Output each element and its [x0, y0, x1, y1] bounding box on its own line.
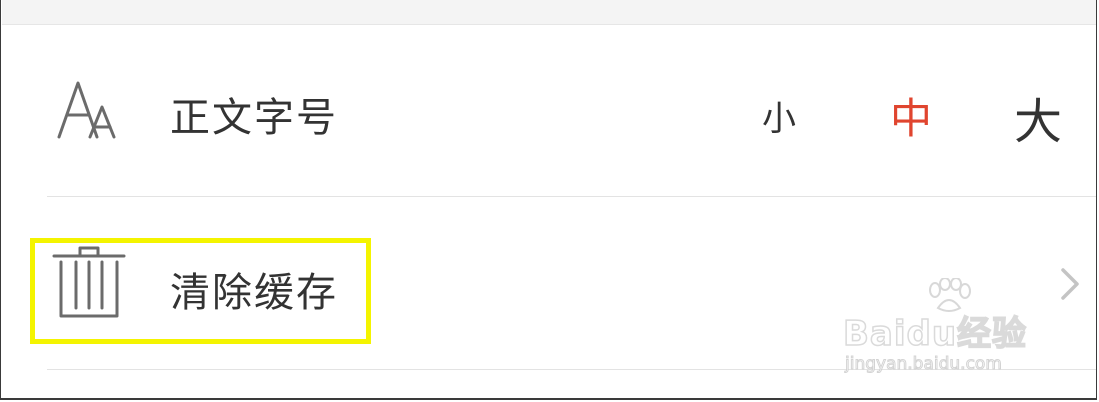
font-size-large-option[interactable]: 大	[1014, 82, 1062, 152]
font-size-small-option[interactable]: 小	[762, 91, 796, 140]
settings-screen: 正文字号 小 中 大 清除缓存 Baidu经验 jingyan.baidu.co…	[0, 0, 1097, 400]
font-size-icon	[57, 81, 116, 139]
row-divider	[47, 196, 1096, 197]
watermark-brand: Baidu经验	[842, 313, 1028, 355]
clear-cache-label: 清除缓存	[170, 270, 338, 316]
watermark-url: jingyan.baidu.com	[845, 354, 1003, 375]
font-size-row: 正文字号 小 中 大	[2, 25, 1096, 197]
font-size-medium-option[interactable]: 中	[890, 85, 932, 146]
top-section-edge	[2, 0, 1096, 25]
chevron-right-icon	[1061, 268, 1079, 300]
watermark: Baidu经验 jingyan.baidu.com	[839, 276, 1054, 384]
font-size-label: 正文字号	[170, 95, 338, 141]
trash-icon	[52, 246, 126, 318]
